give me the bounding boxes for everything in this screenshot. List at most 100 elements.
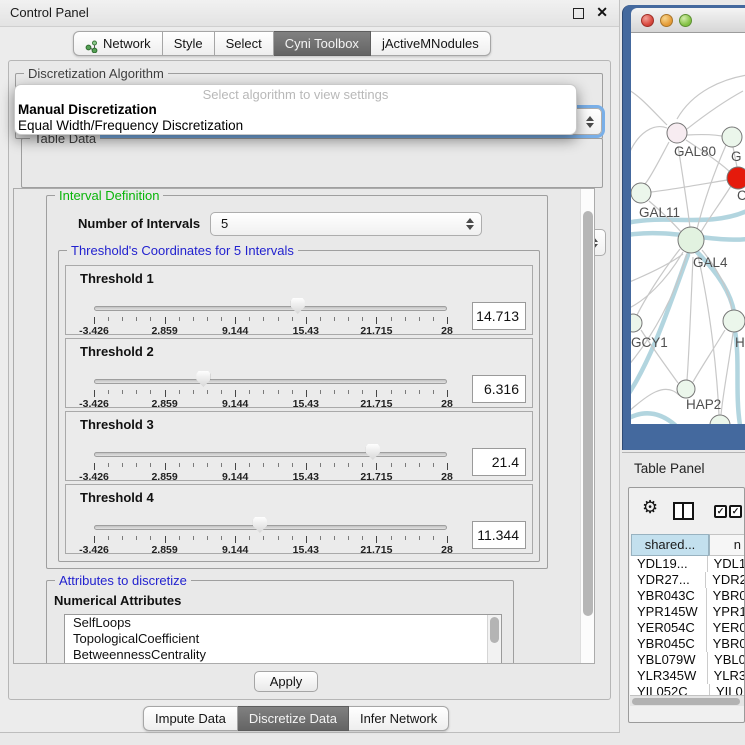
gear-icon[interactable]: ⚙ [642,498,658,516]
zoom-traffic-light-icon[interactable] [679,14,692,27]
tab-jactivemnodules[interactable]: jActiveMNodules [371,31,491,56]
slider-track[interactable] [94,452,447,457]
tick-mark [165,390,166,397]
tab-select[interactable]: Select [215,31,274,56]
network-node-right-mid[interactable] [723,310,745,332]
checkbox-icon[interactable]: ✓ [714,505,727,518]
network-node-gal11[interactable] [631,183,651,203]
network-node-gal80[interactable] [667,123,687,143]
tick-label: 9.144 [222,471,248,483]
tick-mark [263,463,264,467]
list-scrollbar-thumb[interactable] [490,617,499,643]
list-scrollbar[interactable] [487,615,501,664]
table-row[interactable]: YDL19...YDL1 [630,556,745,572]
slider-thumb[interactable] [366,444,380,460]
slider-thumb[interactable] [253,517,267,533]
network-node-gal4[interactable] [678,227,704,253]
tab-style[interactable]: Style [163,31,215,56]
list-item-topologicalcoefficient[interactable]: TopologicalCoefficient [65,631,501,647]
tick-mark [150,463,151,467]
tick-mark [165,536,166,543]
vertical-scrollbar-thumb[interactable] [583,211,593,616]
algorithm-option-manual-discretization[interactable]: Manual Discretization [15,102,576,118]
close-icon[interactable]: ✕ [596,4,608,21]
tick-label: 2.859 [151,325,177,337]
float-window-icon[interactable] [573,8,584,19]
tick-mark [108,317,109,321]
tick-label: 28 [441,398,453,410]
slider-thumb[interactable] [196,371,210,387]
table-row[interactable]: YPR145WYPR1 [630,604,745,620]
table-row[interactable]: YDR27...YDR2 [630,572,745,588]
network-node-selected-red[interactable] [727,167,745,189]
tick-mark [419,390,420,394]
slider-track[interactable] [94,306,447,311]
tick-mark [405,536,406,540]
table-row[interactable]: YBL079WYBL0 [630,652,745,668]
minimize-traffic-light-icon[interactable] [660,14,673,27]
table-row[interactable]: YBR043CYBR0 [630,588,745,604]
threshold-label: Threshold 1 [80,271,154,286]
cell-name: YDL1 [708,556,745,572]
control-panel-title: Control Panel [10,5,89,20]
tick-label: -3.426 [79,325,109,337]
numerical-attributes-list[interactable]: SelfLoopsTopologicalCoefficientBetweenne… [64,614,502,664]
tick-mark [108,463,109,467]
close-traffic-light-icon[interactable] [641,14,654,27]
list-item-selfloops[interactable]: SelfLoops [65,615,501,631]
cyni-toolbox-panel: Discretization Algorithm Table Data galF… [8,60,611,700]
threshold-value-field[interactable]: 14.713 [472,302,526,330]
algorithm-option-equal-width-frequency-discretization[interactable]: Equal Width/Frequency Discretization [15,118,576,134]
slider-thumb[interactable] [291,298,305,314]
table-row[interactable]: YLR345WYLR3 [630,668,745,684]
network-graph: GAL80GCGAL11GAL4GCY1HHAP2 [631,33,745,424]
network-node-label: C [737,188,745,203]
network-node-gcy1[interactable] [631,314,642,332]
tab-impute-data[interactable]: Impute Data [143,706,238,731]
tab-infer-network[interactable]: Infer Network [349,706,449,731]
table-row[interactable]: YER054CYER0 [630,620,745,636]
network-node-bottom-partial[interactable] [710,415,730,424]
tick-mark [376,390,377,397]
vertical-scrollbar[interactable] [580,189,595,663]
tick-mark [207,463,208,467]
tab-cyni-toolbox[interactable]: Cyni Toolbox [274,31,371,56]
network-node-gal-right-top[interactable] [722,127,742,147]
tick-mark [235,536,236,543]
slider-track[interactable] [94,525,447,530]
checkbox-icon[interactable]: ✓ [729,505,742,518]
horizontal-scrollbar-thumb[interactable] [632,698,740,705]
panel-divider [622,452,745,453]
attribute-items: SelfLoopsTopologicalCoefficientBetweenne… [65,615,501,663]
network-canvas[interactable]: GAL80GCGAL11GAL4GCY1HHAP2 [631,33,745,424]
tick-label: 9.144 [222,398,248,410]
cell-name: YBR0 [707,636,745,652]
horizontal-scrollbar[interactable] [630,695,745,706]
number-of-intervals-combobox[interactable]: 5 [210,212,482,236]
column-layout-icon[interactable] [673,502,694,520]
network-edge [721,333,733,415]
cell-name: YPR1 [707,604,745,620]
tab-label: jActiveMNodules [382,32,479,55]
threshold-value-field[interactable]: 21.4 [472,448,526,476]
tick-mark [447,536,448,543]
list-item-betweennesscentrality[interactable]: BetweennessCentrality [65,647,501,663]
column-header-name[interactable]: n [709,534,745,556]
cell-shared-name: YIL052C [630,684,710,695]
tick-mark [348,536,349,540]
table-row[interactable]: YIL052CYIL0 [630,684,745,695]
tab-discretize-data[interactable]: Discretize Data [238,706,349,731]
threshold-value-field[interactable]: 6.316 [472,375,526,403]
network-edge [651,180,727,192]
apply-button[interactable]: Apply [254,671,318,692]
network-edge [687,257,693,380]
control-panel-titlebar: Control Panel ✕ [0,0,619,27]
column-header-shared-name[interactable]: shared... [631,534,709,556]
network-node-hap2[interactable] [677,380,695,398]
tab-network[interactable]: Network [73,31,163,56]
table-row[interactable]: YBR045CYBR0 [630,636,745,652]
network-view-window: GAL80GCGAL11GAL4GCY1HHAP2 [622,5,745,450]
slider-track[interactable] [94,379,447,384]
threshold-value-field[interactable]: 11.344 [472,521,526,549]
tick-mark [320,536,321,540]
